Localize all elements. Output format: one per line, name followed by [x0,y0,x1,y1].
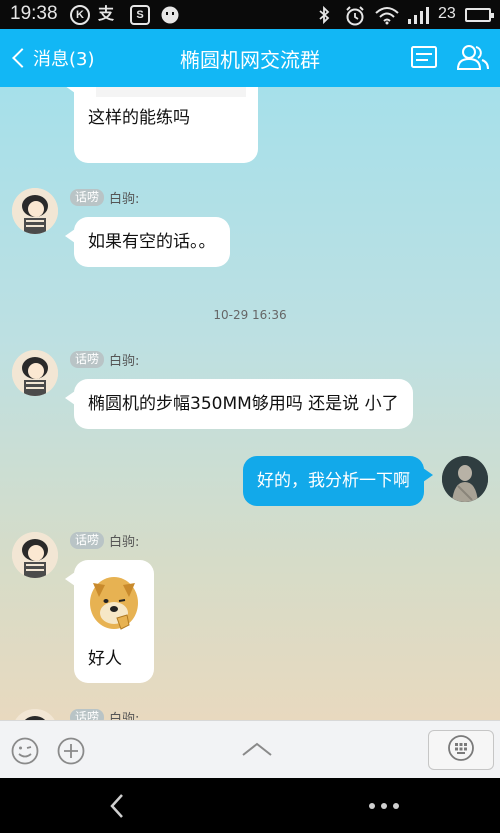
my-message-bubble[interactable]: 好的，我分析一下啊 [243,456,433,506]
message-bubble[interactable]: 椭圆机的步幅350MM够用吗 还是说 小了 [65,379,413,429]
sender-line: 话唠 白驹: [70,531,140,550]
sender-line: 话唠 白驹: [70,708,139,720]
avatar[interactable] [12,188,58,234]
my-avatar[interactable] [442,456,488,502]
member-title-badge: 话唠 [70,350,105,368]
sender-name: 白驹: [109,353,140,369]
zhi-icon: 支 [98,6,115,23]
avatar[interactable] [12,532,58,578]
back-button[interactable]: 消息(3) [6,39,95,77]
emoji-icon[interactable] [10,736,40,770]
battery-level: 23 [438,5,456,22]
message-bubble[interactable]: 这样的能练吗 [65,87,258,163]
clock: 19:38 [10,3,58,24]
doge-sticker[interactable] [87,573,141,633]
message-timestamp: 10-29 16:36 [213,308,287,322]
signal-icon [406,5,432,25]
s-box-icon: S [130,5,150,25]
group-members-icon[interactable] [456,43,490,75]
message-text: 好人 [88,649,122,669]
member-title-badge: 话唠 [70,708,105,720]
keyboard-toggle-button[interactable] [428,730,494,770]
message-text: 如果有空的话。。 [88,232,216,252]
sender-line: 话唠 白驹: [70,188,140,207]
avatar[interactable] [12,350,58,396]
shared-image[interactable] [96,87,246,97]
back-label: 消息(3) [33,49,95,70]
message-text: 椭圆机的步幅350MM够用吗 还是说 小了 [88,394,399,414]
sender-name: 白驹: [109,534,140,550]
member-title-badge: 话唠 [70,188,105,206]
message-list[interactable]: 这样的能练吗 话唠 白驹: 如果有空的话。。 10-29 16:36 话唠 白驹… [0,87,500,720]
chat-face-icon [160,5,180,25]
back-arrow-icon[interactable] [104,792,132,820]
bluetooth-icon [314,5,334,25]
message-bubble[interactable]: 如果有空的话。。 [65,217,230,267]
chat-header: 消息(3) 椭圆机网交流群 [0,29,500,87]
wifi-icon [374,5,400,25]
group-info-icon[interactable] [410,43,438,75]
message-text: 这样的能练吗 [88,108,190,128]
message-bubble[interactable]: 好人 [65,560,154,683]
more-dots-icon[interactable] [364,792,404,820]
input-bar [0,720,500,778]
status-bar: 19:38 K 支 S 23 [0,0,500,29]
alarm-icon [344,5,364,26]
chevron-left-icon [12,48,32,68]
sender-name: 白驹: [109,191,140,207]
battery-icon [465,8,494,22]
message-text: 好的，我分析一下啊 [257,471,410,491]
k-circle-icon: K [70,5,90,25]
sender-line: 话唠 白驹: [70,350,140,369]
keyboard-icon [447,734,475,766]
plus-icon[interactable] [56,736,86,770]
member-title-badge: 话唠 [70,531,105,549]
sender-name: 白驹: [109,711,140,721]
system-nav-bar [0,778,500,833]
avatar[interactable] [12,709,58,720]
chevron-up-icon[interactable] [240,739,274,763]
